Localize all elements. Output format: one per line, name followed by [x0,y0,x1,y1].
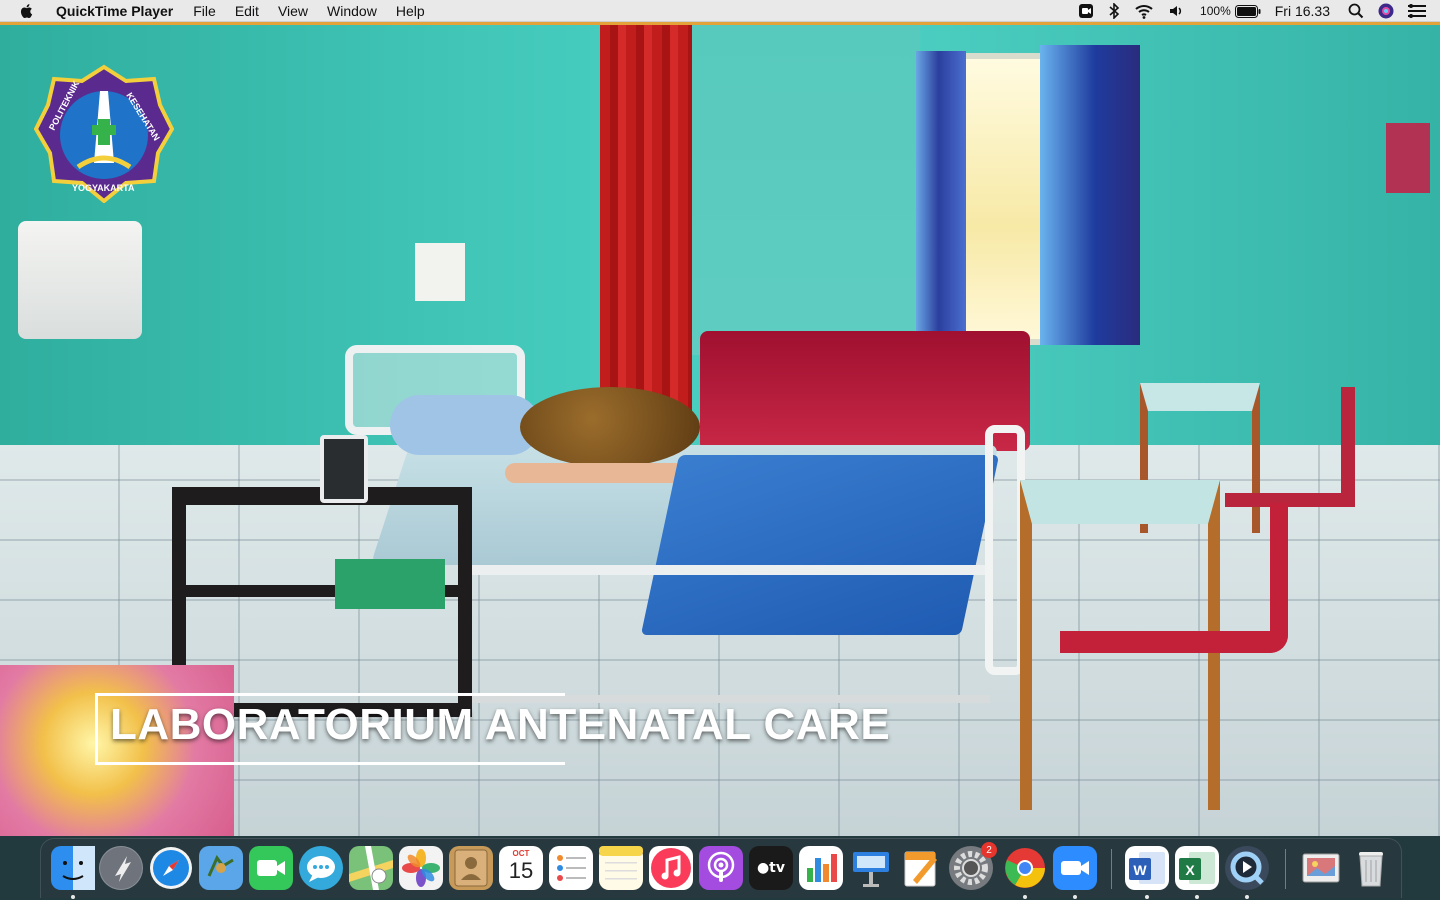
contacts-icon[interactable] [449,846,493,890]
wall-notice [415,243,465,301]
system-preferences-icon[interactable]: 2 [949,842,997,890]
red-curtain [600,25,692,415]
word-running-dot [1145,895,1149,899]
spotlight-search-icon[interactable] [1348,3,1364,19]
zoom-running-dot [1073,895,1077,899]
podcasts-icon[interactable] [699,846,743,890]
bed-rail [985,425,1025,675]
menu-help[interactable]: Help [396,3,425,19]
safari-icon[interactable] [149,846,193,890]
dock-separator-2 [1285,849,1286,889]
facetime-icon[interactable] [249,846,293,890]
zoom-icon[interactable] [1053,846,1097,890]
control-center-icon[interactable] [1408,4,1426,18]
calendar-day: 15 [508,858,534,883]
apple-menu-icon[interactable] [18,2,36,20]
video-caption: LABORATORIUM ANTENATAL CARE [110,700,891,749]
menu-bar: QuickTime Player File Edit View Window H… [0,0,1440,22]
doorway [690,25,920,355]
preview-icon[interactable] [1299,846,1343,890]
chrome-running-dot [1023,895,1027,899]
finder-running-dot [71,895,75,899]
bed-base [470,565,990,703]
quicktime-icon[interactable] [1225,846,1269,890]
logo-text-bottom: YOGYAKARTA [72,183,135,193]
pages-icon[interactable] [899,846,943,890]
wall-poster [1386,123,1430,193]
wifi-icon[interactable] [1134,3,1154,19]
bluetooth-icon[interactable] [1108,3,1120,19]
numbers-icon[interactable] [799,846,843,890]
launchpad-icon[interactable] [99,846,143,890]
messages-icon[interactable] [299,846,343,890]
screen-recording-icon[interactable] [1078,3,1094,19]
logo-emblem: POLITEKNIK KESEHATAN YOGYAKARTA [33,64,175,204]
menu-window[interactable]: Window [327,3,377,19]
chrome-icon[interactable] [1003,846,1047,890]
quicktime-running-dot [1245,895,1249,899]
reminders-icon[interactable] [549,846,593,890]
siri-icon[interactable] [1378,3,1394,19]
excel-icon[interactable]: X [1175,846,1219,890]
svg-text:X: X [1185,862,1195,878]
menu-edit[interactable]: Edit [235,3,259,19]
calendar-month: OCT [512,849,530,858]
tv-icon[interactable]: ●tv [749,846,793,890]
battery-status[interactable]: 100% [1200,4,1261,18]
menu-file[interactable]: File [193,3,216,19]
blue-curtain-left [916,51,966,341]
green-tray [335,559,445,609]
notes-icon[interactable] [599,846,643,890]
system-preferences-badge: 2 [981,842,997,858]
music-icon[interactable] [649,846,693,890]
app-name-menu[interactable]: QuickTime Player [56,3,173,19]
excel-running-dot [1195,895,1199,899]
menu-view[interactable]: View [278,3,308,19]
wall-dispenser [18,221,142,339]
keynote-icon[interactable] [849,846,893,890]
bed-pillow [390,395,540,455]
video-player-area[interactable]: POLITEKNIK KESEHATAN YOGYAKARTA LABORATO… [0,22,1440,836]
dock: OCT 15 ●tv 2 W X [40,838,1402,899]
word-icon[interactable]: W [1125,846,1169,890]
dock-separator [1111,849,1112,889]
volume-icon[interactable] [1168,3,1186,19]
battery-icon [1234,4,1261,18]
blue-curtain-right [1040,45,1140,345]
finder-icon[interactable] [51,846,95,890]
small-chair [1225,387,1355,507]
mannequin-patient [520,387,700,467]
svg-text:W: W [1133,862,1147,878]
photos-icon[interactable] [399,846,443,890]
battery-percent: 100% [1200,4,1231,18]
bp-monitor [320,435,368,503]
second-bed [700,331,1030,451]
red-chair [1060,503,1288,653]
mail-icon[interactable] [199,846,243,890]
tv-icon-glyph: ●tv [756,860,786,876]
maps-icon[interactable] [349,846,393,890]
calendar-icon[interactable]: OCT 15 [499,846,543,890]
mannequin-arm [505,463,685,483]
trash-icon[interactable] [1349,846,1393,890]
institution-logo: POLITEKNIK KESEHATAN YOGYAKARTA [33,63,175,204]
menubar-clock[interactable]: Fri 16.33 [1275,3,1330,19]
